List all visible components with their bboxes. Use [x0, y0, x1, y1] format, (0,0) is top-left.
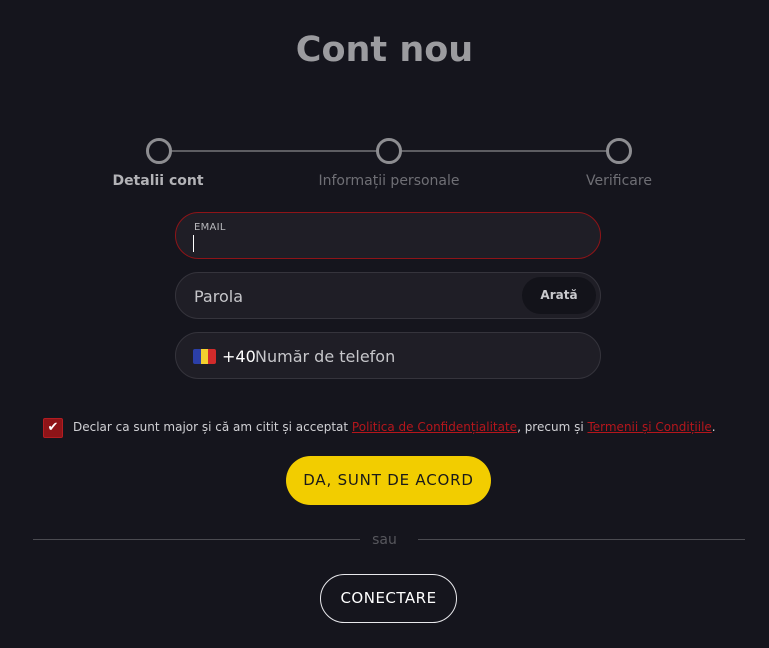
checkmark-icon: ✔	[47, 420, 59, 435]
text-cursor	[193, 235, 194, 252]
agree-button[interactable]: DA, SUNT DE ACORD	[286, 456, 491, 505]
phone-field[interactable]: +40 Număr de telefon	[175, 332, 601, 379]
stepper-line-2	[399, 150, 609, 152]
step-1-circle-icon	[146, 138, 172, 164]
password-field[interactable]: Parola Arată	[175, 272, 601, 319]
consent-text: Declar ca sunt major și că am citit și a…	[73, 420, 716, 434]
step-2-label: Informații personale	[318, 173, 460, 189]
login-button[interactable]: CONECTARE	[320, 574, 457, 623]
phone-placeholder: Număr de telefon	[255, 347, 396, 366]
step-3-label: Verificare	[586, 173, 652, 189]
step-1-label: Detalii cont	[112, 173, 204, 189]
step-3-circle-icon	[606, 138, 632, 164]
privacy-policy-link[interactable]: Politica de Confidențialitate	[352, 420, 517, 434]
stepper-line-1	[169, 150, 379, 152]
consent-text-after: .	[711, 420, 716, 434]
email-field[interactable]: EMAIL	[175, 212, 601, 259]
or-separator: sau	[372, 532, 397, 548]
terms-link[interactable]: Termenii și Condițiile	[587, 420, 711, 434]
consent-text-before: Declar ca sunt major și că am citit și a…	[73, 420, 352, 434]
email-label: EMAIL	[194, 222, 226, 233]
phone-prefix: +40	[222, 347, 256, 366]
consent-checkbox[interactable]: ✔	[43, 418, 63, 438]
step-2-circle-icon	[376, 138, 402, 164]
consent-text-middle: , precum și	[517, 420, 588, 434]
romania-flag-icon[interactable]	[193, 349, 216, 364]
show-password-button[interactable]: Arată	[522, 277, 596, 314]
password-placeholder: Parola	[194, 287, 243, 306]
page-title: Cont nou	[295, 30, 474, 70]
